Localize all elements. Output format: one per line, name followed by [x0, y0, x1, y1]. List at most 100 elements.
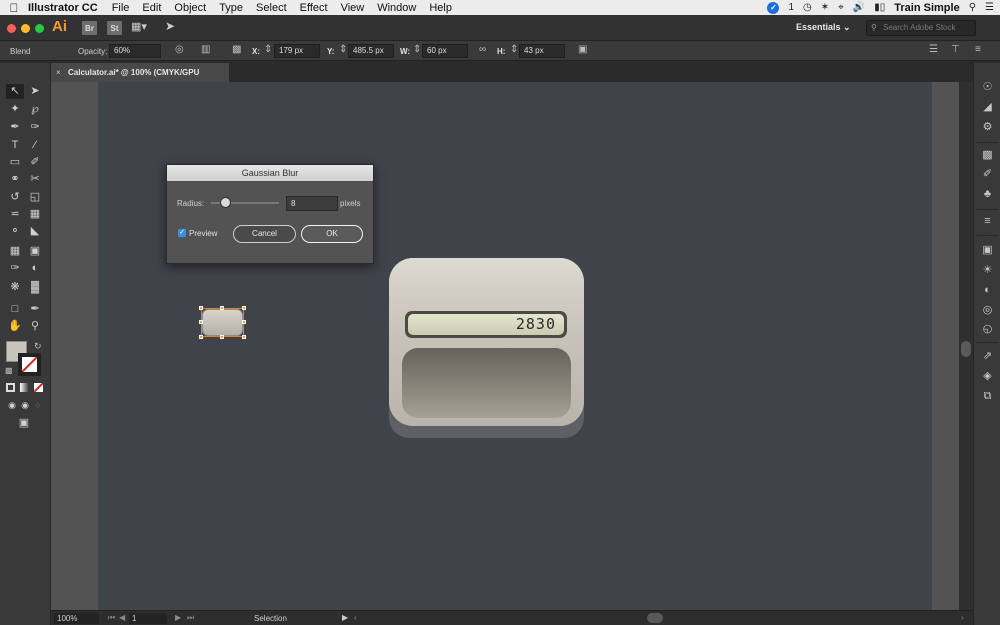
zoom-window-button[interactable] [35, 24, 44, 33]
radius-input[interactable]: 8 [286, 196, 338, 211]
horizontal-scroll-thumb[interactable] [647, 613, 663, 623]
recolor-globe-icon[interactable]: ◎ [175, 44, 184, 55]
image-trace-icon[interactable]: ▩ [980, 148, 995, 163]
menu-effect[interactable]: Effect [300, 2, 328, 14]
apple-icon[interactable]:  [0, 1, 28, 15]
export-icon[interactable]: ⇗ [980, 349, 995, 364]
time-machine-icon[interactable]: ◷ [803, 2, 812, 13]
appearance-icon[interactable]: ☀ [980, 263, 995, 278]
first-artboard-icon[interactable]: ⏮ [108, 613, 115, 623]
type-tool-icon[interactable]: T [6, 138, 24, 153]
ok-button[interactable]: OK [301, 225, 363, 243]
last-artboard-icon[interactable]: ⏭ [187, 613, 194, 623]
isolation-icon[interactable]: ⊤ [951, 44, 960, 55]
free-transform-tool-icon[interactable]: ▦ [26, 207, 44, 222]
selection-tool-icon[interactable]: ↖ [6, 84, 24, 99]
arrange-documents-icon[interactable]: ▦▾ [131, 20, 147, 33]
wifi-icon[interactable]: ⌖ [838, 2, 844, 13]
artboards-icon[interactable]: ⧉ [980, 389, 995, 404]
menu-help[interactable]: Help [429, 2, 452, 14]
resize-handle[interactable] [242, 320, 246, 324]
previous-artboard-icon[interactable]: ◀ [119, 613, 125, 622]
radius-slider-knob[interactable] [220, 197, 232, 208]
account-name[interactable]: Train Simple [894, 2, 959, 14]
next-artboard-icon[interactable]: ▶ [175, 613, 181, 622]
brushes-icon[interactable]: ✐ [980, 167, 995, 182]
close-window-button[interactable] [7, 24, 16, 33]
stroke-color-swatch[interactable] [18, 353, 41, 376]
gradient-panel-icon[interactable]: ▣ [980, 243, 995, 258]
resize-handle[interactable] [242, 306, 246, 310]
resize-handle[interactable] [220, 306, 224, 310]
perspective-grid-tool-icon[interactable]: ◣ [26, 224, 44, 239]
h-stepper-icon[interactable]: ⇕ [510, 44, 518, 55]
reference-point-icon[interactable]: ▩ [232, 44, 241, 55]
document-tab[interactable]: × Calculator.ai* @ 100% (CMYK/GPU Previe… [51, 63, 229, 96]
width-field[interactable]: 60 px [422, 44, 468, 58]
spotlight-search-icon[interactable]: ⚲ [969, 2, 976, 13]
shape-builder-tool-icon[interactable]: ⚬ [6, 224, 24, 239]
resize-handle[interactable] [199, 320, 203, 324]
volume-icon[interactable]: 🔊 [853, 2, 865, 13]
resize-handle[interactable] [199, 306, 203, 310]
cancel-button[interactable]: Cancel [233, 225, 296, 243]
notification-badge[interactable]: ✓ [767, 1, 780, 14]
scale-tool-icon[interactable]: ◱ [26, 190, 44, 205]
transparency-icon[interactable]: ◐ [980, 283, 995, 298]
menu-type[interactable]: Type [219, 2, 243, 14]
menu-file[interactable]: File [112, 2, 130, 14]
lasso-tool-icon[interactable]: ℘ [26, 102, 44, 117]
stock-button[interactable]: St [107, 21, 122, 35]
y-position-field[interactable]: 485.5 px [348, 44, 394, 58]
menu-view[interactable]: View [341, 2, 365, 14]
gpu-performance-icon[interactable]: ➤ [165, 19, 175, 33]
symbol-sprayer-tool-icon[interactable]: ❋ [6, 280, 24, 295]
app-name-menu[interactable]: Illustrator CC [28, 2, 98, 14]
none-mode-button[interactable] [33, 382, 44, 393]
close-tab-icon[interactable]: × [56, 63, 61, 82]
zoom-tool-icon[interactable]: ⚲ [26, 319, 44, 334]
vertical-scroll-thumb[interactable] [961, 341, 971, 357]
constrain-proportions-icon[interactable]: ∞ [479, 44, 486, 55]
default-fill-stroke-icon[interactable]: ▩ [5, 366, 13, 375]
layers-icon[interactable]: ◈ [980, 369, 995, 384]
menu-edit[interactable]: Edit [142, 2, 161, 14]
minimize-window-button[interactable] [21, 24, 30, 33]
menu-select[interactable]: Select [256, 2, 287, 14]
x-stepper-icon[interactable]: ⇕ [264, 44, 272, 55]
magic-wand-tool-icon[interactable]: ✦ [6, 102, 24, 117]
align-panel-icon[interactable]: ☰ [929, 44, 938, 55]
resize-handle[interactable] [199, 335, 203, 339]
selected-button-shape[interactable] [199, 306, 246, 339]
adobe-stock-search-input[interactable]: ⚲ Search Adobe Stock [866, 20, 976, 36]
paintbrush-tool-icon[interactable]: ✐ [26, 155, 44, 170]
color-guide-icon[interactable]: ☉ [980, 80, 995, 95]
scroll-left-icon[interactable]: ‹ [354, 613, 357, 622]
color-panel-icon[interactable]: ◢ [980, 100, 995, 115]
x-position-field[interactable]: 179 px [274, 44, 320, 58]
asset-export-icon[interactable]: ◵ [980, 322, 995, 337]
align-to-icon[interactable]: ▥ [201, 44, 210, 55]
eyedropper-tool-icon[interactable]: ✑ [6, 261, 24, 276]
stroke-panel-icon[interactable]: ≡ [980, 214, 995, 229]
notification-center-icon[interactable]: ☰ [985, 2, 994, 13]
gradient-tool-icon[interactable]: ▣ [26, 244, 44, 259]
column-graph-tool-icon[interactable]: ▓ [26, 280, 44, 295]
width-tool-icon[interactable]: ⋍ [6, 207, 24, 222]
shaper-tool-icon[interactable]: ⚭ [6, 172, 24, 187]
artboard-tool-icon[interactable]: □ [6, 302, 24, 317]
bluetooth-icon[interactable]: ✶ [821, 2, 829, 13]
pen-tool-icon[interactable]: ✒ [6, 120, 24, 135]
height-field[interactable]: 43 px [519, 44, 565, 58]
artboard-number-field[interactable]: 1 [129, 613, 167, 624]
workspace-switcher[interactable]: Essentials ⌄ [796, 22, 851, 33]
draw-inside-icon[interactable]: ○ [29, 398, 47, 413]
mesh-tool-icon[interactable]: ▦ [6, 244, 24, 259]
curvature-tool-icon[interactable]: ✑ [26, 120, 44, 135]
direct-selection-tool-icon[interactable]: ➤ [26, 84, 44, 99]
screen-mode-icon[interactable]: ▣ [15, 416, 33, 431]
resize-handle[interactable] [242, 335, 246, 339]
menu-window[interactable]: Window [377, 2, 416, 14]
w-stepper-icon[interactable]: ⇕ [413, 44, 421, 55]
graphic-styles-icon[interactable]: ◎ [980, 303, 995, 318]
